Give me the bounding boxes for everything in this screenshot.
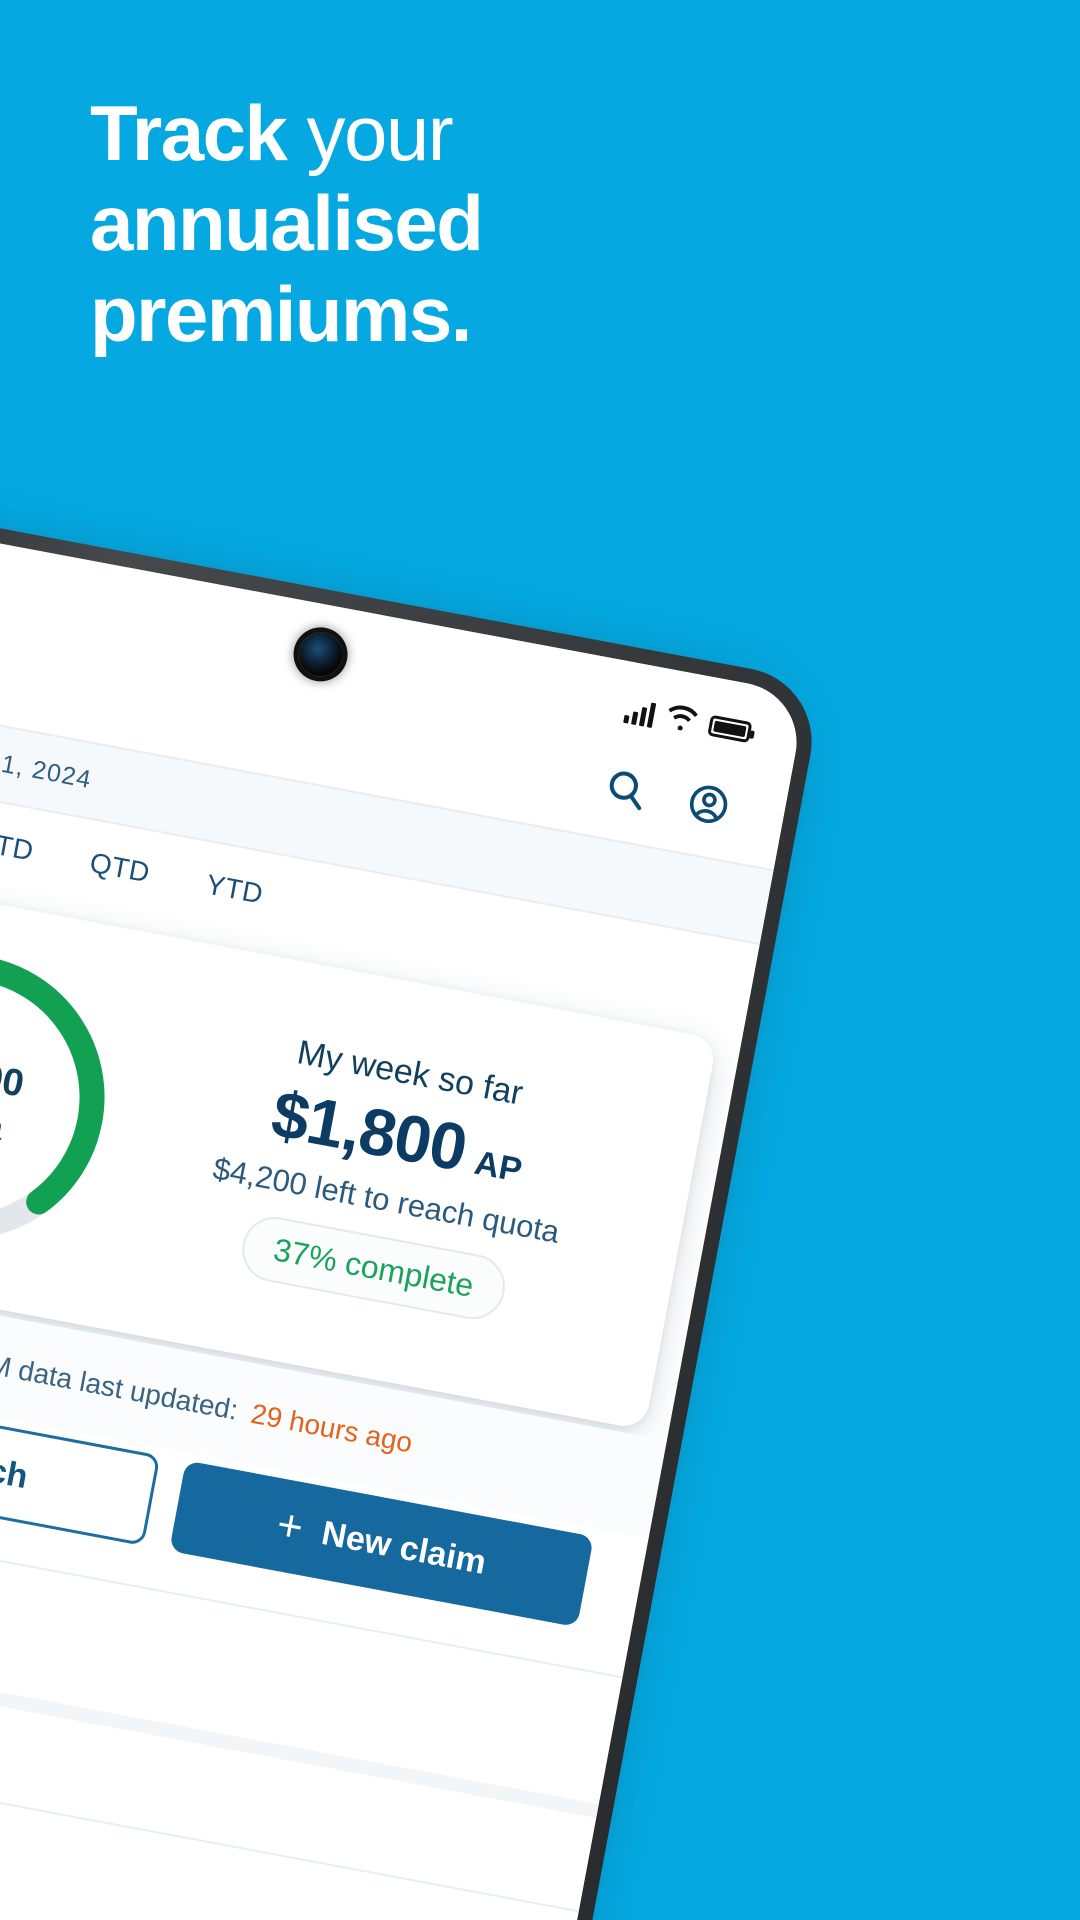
plus-icon: +: [272, 1499, 308, 1553]
page-title: Track your annualised premiums.: [90, 88, 710, 359]
stats-unit: AP: [471, 1144, 525, 1191]
quota-stats: My week so far $1,800 AP $4,200 left to …: [116, 1008, 665, 1347]
promo-screen: Track your annualised premiums. 9:41: [0, 0, 1080, 1920]
quota-donut-chart: $5,000 Quota: [0, 922, 137, 1272]
headline-line-2: annualised: [90, 179, 484, 268]
phone-frame: 9:41 Home: [0, 498, 824, 1920]
search-icon[interactable]: [600, 763, 651, 814]
new-claim-button-label: New claim: [318, 1513, 490, 1582]
search-button-label: Search: [0, 1437, 31, 1496]
status-icons: [623, 694, 754, 748]
tab-mtd[interactable]: MTD: [0, 825, 36, 884]
headline-word-strong: Track: [90, 89, 288, 177]
quota-amount: $5,000: [0, 1043, 28, 1106]
phone-screen: 9:41 Home: [0, 516, 807, 1920]
battery-full-icon: [707, 714, 753, 744]
tab-ytd[interactable]: YTD: [201, 869, 266, 927]
rpm-value: 29 hours ago: [248, 1397, 415, 1459]
donut-center-labels: $5,000 Quota: [0, 922, 137, 1272]
wifi-icon: [663, 702, 700, 738]
cellular-signal-icon: [623, 697, 657, 728]
headline-line-3: premiums.: [90, 269, 472, 358]
front-camera-icon: [294, 628, 347, 681]
rpm-label: RPM data last updated:: [0, 1341, 241, 1426]
account-circle-icon[interactable]: [683, 779, 734, 830]
headline-word-rest: your: [286, 89, 454, 177]
phone-mockup: 9:41 Home: [0, 498, 883, 1920]
